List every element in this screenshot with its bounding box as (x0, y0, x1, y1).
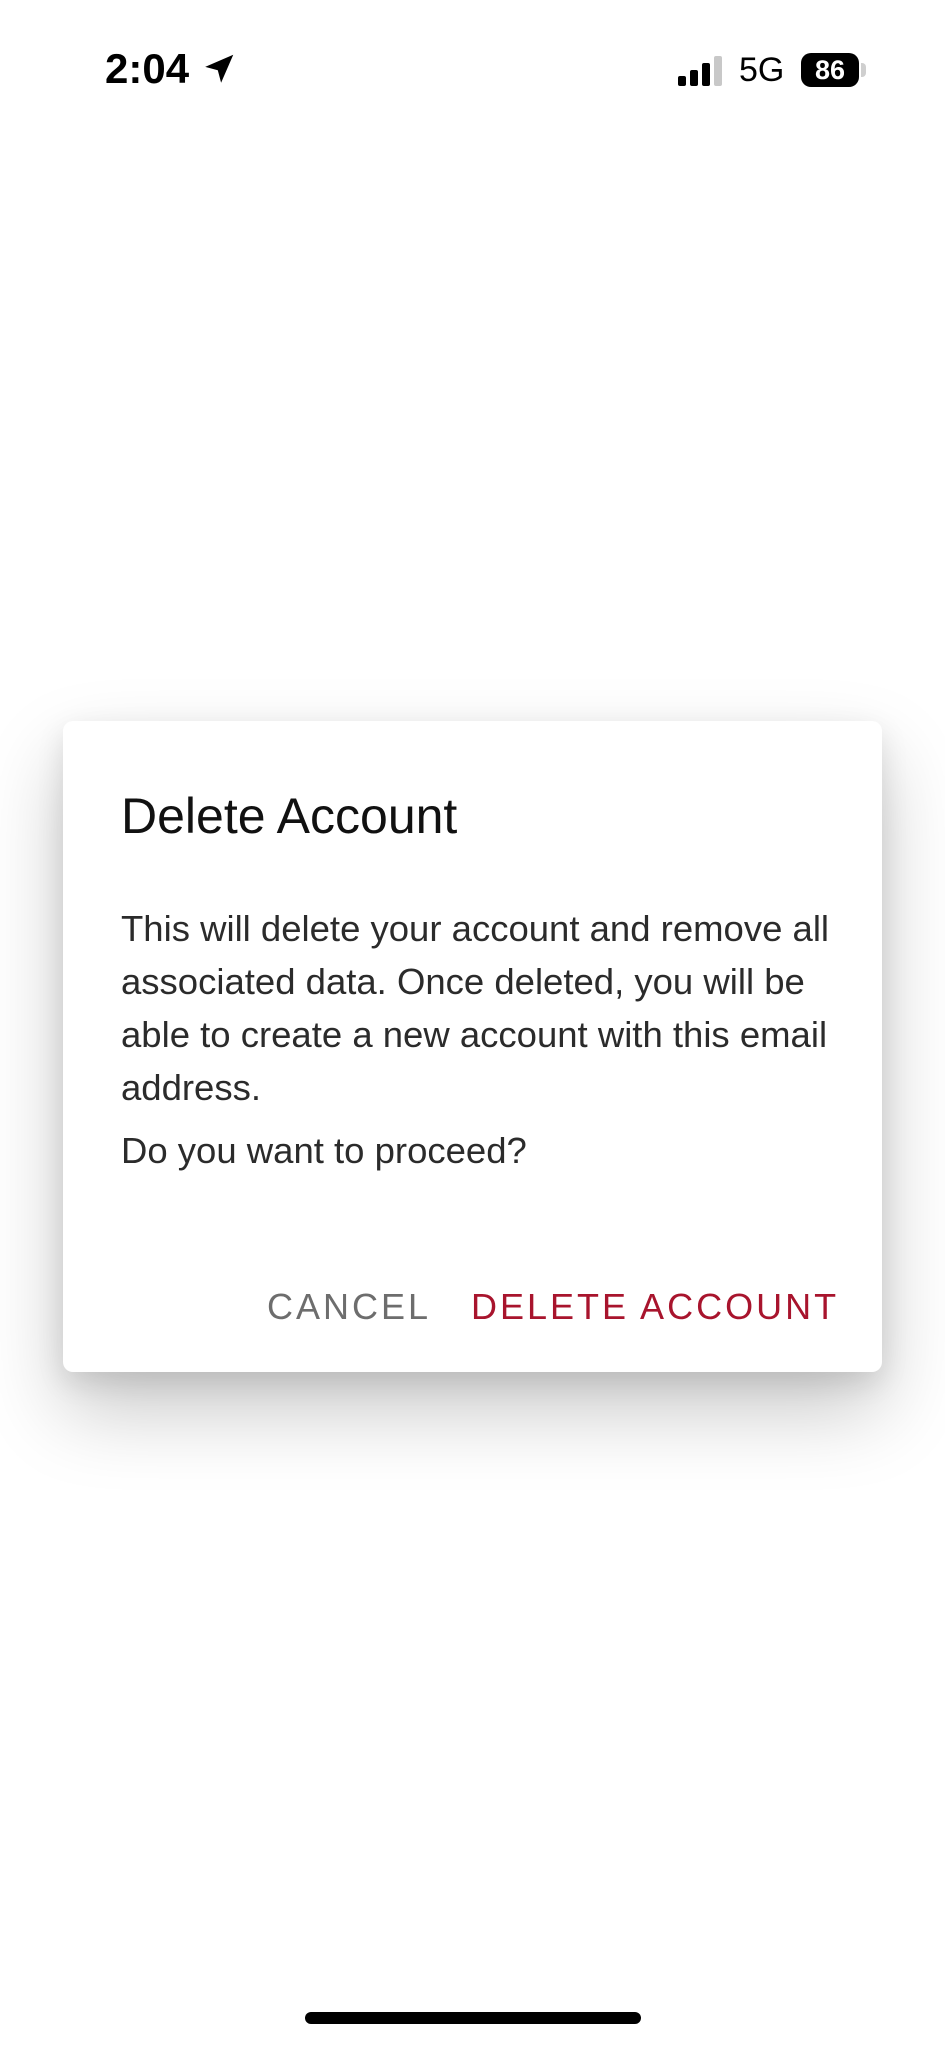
delete-account-button[interactable]: DELETE ACCOUNT (471, 1283, 839, 1331)
dialog-message: This will delete your account and remove… (121, 908, 830, 1108)
status-time: 2:04 (105, 45, 190, 92)
battery-level: 86 (814, 55, 846, 85)
home-indicator[interactable] (305, 2012, 641, 2024)
cancel-button[interactable]: CANCEL (267, 1283, 431, 1331)
location-arrow-icon (205, 54, 234, 83)
delete-account-dialog: Delete Account This will delete your acc… (63, 721, 882, 1372)
battery-icon: 86 (801, 53, 859, 87)
cellular-signal-icon (678, 56, 722, 86)
dialog-question: Do you want to proceed? (121, 1130, 527, 1171)
network-type-label: 5G (739, 51, 785, 89)
dialog-title: Delete Account (121, 788, 458, 844)
battery-cap (861, 63, 866, 77)
status-bar: 2:04 5G 86 (0, 0, 945, 140)
